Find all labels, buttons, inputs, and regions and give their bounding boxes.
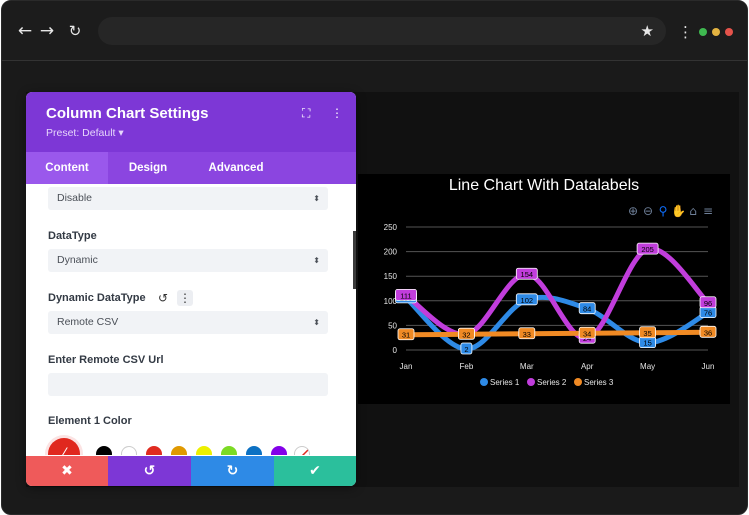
tab-design[interactable]: Design bbox=[114, 152, 182, 184]
data-label: 32 bbox=[462, 330, 470, 339]
y-tick-label: 150 bbox=[384, 272, 398, 281]
data-label: 33 bbox=[523, 330, 531, 339]
color-swatch[interactable] bbox=[121, 446, 137, 455]
data-label: 76 bbox=[704, 309, 712, 318]
data-label: 2 bbox=[464, 345, 468, 354]
element-color-label: Element 1 Color bbox=[48, 415, 132, 427]
dynamic-datatype-label: Dynamic DataType bbox=[48, 292, 146, 304]
data-label: 102 bbox=[521, 296, 534, 305]
legend-marker[interactable] bbox=[480, 378, 488, 386]
data-label: 205 bbox=[641, 245, 654, 254]
no-color-icon bbox=[301, 448, 309, 455]
data-label: 35 bbox=[643, 329, 651, 338]
browser-window: ← → ↻ ★ ⋮ Column Chart Settings Preset: … bbox=[1, 0, 748, 515]
csv-url-input[interactable] bbox=[48, 373, 328, 396]
datatype-label: DataType bbox=[48, 230, 97, 242]
y-tick-label: 0 bbox=[393, 346, 398, 355]
x-tick-label: Apr bbox=[581, 362, 594, 371]
datatype-value: Dynamic bbox=[57, 254, 98, 266]
color-swatch[interactable] bbox=[146, 446, 162, 455]
legend-label[interactable]: Series 3 bbox=[584, 378, 614, 387]
panel-title: Column Chart Settings bbox=[46, 105, 209, 122]
color-swatch[interactable] bbox=[196, 446, 212, 455]
legend-marker[interactable] bbox=[527, 378, 535, 386]
tab-content[interactable]: Content bbox=[26, 152, 108, 184]
top-select[interactable]: Disable ⬍ bbox=[48, 187, 328, 210]
yellow-dot[interactable] bbox=[712, 28, 720, 36]
legend-marker[interactable] bbox=[574, 378, 582, 386]
csv-url-label: Enter Remote CSV Url bbox=[48, 354, 164, 366]
back-icon[interactable]: ← bbox=[15, 21, 35, 41]
color-swatch[interactable] bbox=[221, 446, 237, 455]
select-arrows-icon: ⬍ bbox=[313, 256, 320, 265]
data-label: 84 bbox=[583, 305, 591, 314]
dynamic-datatype-select[interactable]: Remote CSV ⬍ bbox=[48, 311, 328, 334]
panel-footer: ✖ ↺ ↻ ✔ bbox=[26, 456, 356, 486]
y-tick-label: 250 bbox=[384, 223, 398, 232]
dynamic-datatype-value: Remote CSV bbox=[57, 316, 119, 328]
redo-button[interactable]: ↻ bbox=[191, 456, 274, 486]
builder-stage: Column Chart Settings Preset: Default ▾ … bbox=[26, 92, 739, 487]
x-tick-label: Mar bbox=[520, 362, 534, 371]
address-bar[interactable]: ★ bbox=[98, 17, 666, 45]
save-button[interactable]: ✔ bbox=[274, 456, 356, 486]
reload-icon[interactable]: ↻ bbox=[65, 21, 85, 41]
data-label: 154 bbox=[521, 270, 534, 279]
preset-dropdown[interactable]: Preset: Default ▾ bbox=[46, 127, 124, 139]
undo-button[interactable]: ↺ bbox=[108, 456, 191, 486]
chart-canvas: 050100150200250JanFebMarAprMayJun1062102… bbox=[384, 223, 717, 387]
y-tick-label: 200 bbox=[384, 248, 398, 257]
datatype-select[interactable]: Dynamic ⬍ bbox=[48, 249, 328, 272]
data-label: 96 bbox=[704, 299, 712, 308]
x-tick-label: Jan bbox=[400, 362, 413, 371]
x-tick-label: Jun bbox=[702, 362, 715, 371]
line-chart: Line Chart With Datalabels ⊕ ⊖ ⚲ ✋ ⌂ ≡ 0… bbox=[358, 174, 730, 404]
color-swatch[interactable] bbox=[171, 446, 187, 455]
x-tick-label: May bbox=[640, 362, 655, 371]
panel-body: Disable ⬍ DataType Dynamic ⬍ Dynamic Dat… bbox=[26, 184, 356, 455]
y-tick-label: 50 bbox=[388, 321, 397, 330]
more-options-icon[interactable]: ⋮ bbox=[331, 106, 343, 120]
legend-label[interactable]: Series 1 bbox=[490, 378, 520, 387]
expand-icon[interactable]: ⛶ bbox=[302, 106, 310, 120]
bookmark-star-icon[interactable]: ★ bbox=[641, 22, 654, 40]
legend-label[interactable]: Series 2 bbox=[537, 378, 567, 387]
settings-panel: Column Chart Settings Preset: Default ▾ … bbox=[26, 92, 356, 486]
green-dot[interactable] bbox=[699, 28, 707, 36]
tab-advanced[interactable]: Advanced bbox=[196, 152, 276, 184]
top-select-value: Disable bbox=[57, 192, 93, 204]
color-swatch[interactable] bbox=[271, 446, 287, 455]
select-arrows-icon: ⬍ bbox=[313, 318, 320, 327]
red-dot[interactable] bbox=[725, 28, 733, 36]
color-swatch[interactable] bbox=[246, 446, 262, 455]
select-arrows-icon: ⬍ bbox=[313, 194, 320, 203]
data-label: 15 bbox=[643, 339, 651, 348]
color-picker-icon[interactable]: ⁄ bbox=[48, 438, 80, 455]
series-line-3 bbox=[403, 329, 711, 338]
options-icon[interactable]: ⋮ bbox=[177, 290, 193, 306]
data-label: 34 bbox=[583, 329, 591, 338]
x-tick-label: Feb bbox=[460, 362, 474, 371]
data-label: 36 bbox=[704, 328, 712, 337]
data-label: 31 bbox=[402, 331, 410, 340]
browser-menu-icon[interactable]: ⋮ bbox=[678, 22, 693, 42]
color-swatch[interactable] bbox=[96, 446, 112, 455]
clear-color-swatch[interactable] bbox=[294, 446, 310, 455]
browser-toolbar: ← → ↻ ★ ⋮ bbox=[2, 1, 747, 61]
reset-icon[interactable]: ↺ bbox=[156, 290, 170, 306]
panel-tabs: Content Design Advanced bbox=[26, 152, 356, 184]
data-label: 111 bbox=[400, 291, 411, 300]
cancel-button[interactable]: ✖ bbox=[26, 456, 108, 486]
panel-scrollbar[interactable] bbox=[353, 231, 356, 289]
panel-header: Column Chart Settings Preset: Default ▾ … bbox=[26, 92, 356, 152]
forward-icon[interactable]: → bbox=[37, 21, 57, 41]
